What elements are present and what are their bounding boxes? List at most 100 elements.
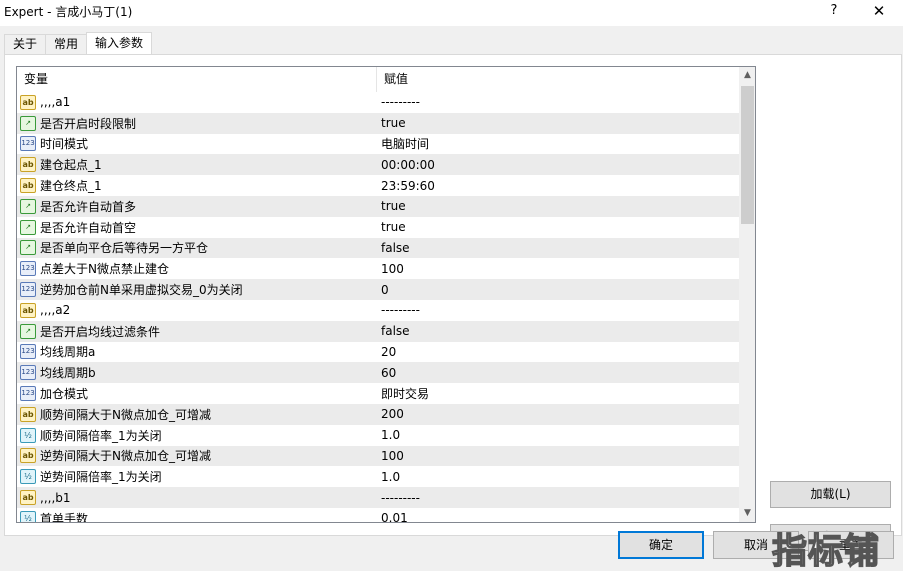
table-row[interactable]: ↗ 是否单向平仓后等待另一方平仓 false xyxy=(17,237,739,259)
table-row[interactable]: 123 均线周期a 20 xyxy=(17,342,739,363)
parameter-value[interactable]: --------- xyxy=(377,487,739,508)
parameter-name: 逆势加仓前N单采用虚拟交易_0为关闭 xyxy=(40,283,243,298)
table-row[interactable]: 123 加仓模式 即时交易 xyxy=(17,383,739,404)
parameter-value[interactable]: --------- xyxy=(377,92,739,113)
inputs-panel: 变量 赋值 ab ,,,,a1 --------- ↗ 是否开启时段限制 true 123 时… xyxy=(4,54,902,551)
int-icon: 123 xyxy=(20,344,36,360)
column-header-value[interactable]: 赋值 xyxy=(377,67,739,92)
table-row[interactable]: ab ,,,,a2 --------- xyxy=(17,300,739,321)
parameter-name-cell: 123 点差大于N微点禁止建仓 xyxy=(17,258,377,279)
parameter-value[interactable]: false xyxy=(377,321,739,342)
parameter-value[interactable]: 即时交易 xyxy=(377,383,739,404)
parameter-value[interactable]: 电脑时间 xyxy=(377,134,739,155)
table-row[interactable]: 123 均线周期b 60 xyxy=(17,362,739,384)
int-icon: 123 xyxy=(20,136,36,152)
table-row[interactable]: ↗ 是否开启时段限制 true xyxy=(17,112,739,134)
parameter-name: 逆势间隔大于N微点加仓_可增减 xyxy=(40,449,211,464)
parameter-name: 均线周期a xyxy=(40,345,96,360)
scroll-up-icon[interactable]: ▲ xyxy=(739,67,755,84)
int-icon: 123 xyxy=(20,261,36,277)
string-icon: ab xyxy=(20,178,36,194)
parameter-value[interactable]: 0 xyxy=(377,279,739,300)
table-row[interactable]: ½ 逆势间隔倍率_1为关闭 1.0 xyxy=(17,466,739,487)
parameter-value[interactable]: 200 xyxy=(377,404,739,425)
string-icon: ab xyxy=(20,302,36,318)
parameter-name: 建仓起点_1 xyxy=(40,158,102,173)
parameter-value[interactable]: 00:00:00 xyxy=(377,154,739,175)
parameter-name-cell: ab 建仓起点_1 xyxy=(17,154,377,175)
parameter-value[interactable]: 23:59:60 xyxy=(377,175,739,196)
column-header-variable[interactable]: 变量 xyxy=(17,67,377,92)
parameter-value[interactable]: true xyxy=(377,196,739,217)
bool-icon: ↗ xyxy=(20,240,36,256)
table-row[interactable]: ab 逆势间隔大于N微点加仓_可增减 100 xyxy=(17,445,739,467)
tab-about[interactable]: 关于 xyxy=(4,34,47,54)
parameter-name-cell: ab 建仓终点_1 xyxy=(17,175,377,196)
double-icon: ½ xyxy=(20,427,36,443)
parameter-name: 是否允许自动首多 xyxy=(40,199,137,214)
string-icon: ab xyxy=(20,448,36,464)
table-row[interactable]: ½ 首单手数 0.01 xyxy=(17,508,739,522)
vertical-scrollbar[interactable]: ▲ ▼ xyxy=(739,67,755,522)
bool-icon: ↗ xyxy=(20,219,36,235)
parameter-name-cell: ab 逆势间隔大于N微点加仓_可增减 xyxy=(17,446,377,467)
parameter-name-cell: 123 逆势加仓前N单采用虚拟交易_0为关闭 xyxy=(17,279,377,300)
parameter-name: 是否允许自动首空 xyxy=(40,220,137,235)
parameter-value[interactable]: false xyxy=(377,238,739,259)
close-button[interactable]: ✕ xyxy=(868,1,890,21)
parameter-name-cell: ½ 首单手数 xyxy=(17,508,377,522)
parameter-name-cell: ↗ 是否开启时段限制 xyxy=(17,113,377,134)
table-row[interactable]: ab 建仓终点_1 23:59:60 xyxy=(17,175,739,196)
scroll-thumb[interactable] xyxy=(741,86,754,224)
int-icon: 123 xyxy=(20,365,36,381)
table-row[interactable]: ↗ 是否允许自动首多 true xyxy=(17,195,739,217)
load-button[interactable]: 加载(L) xyxy=(770,481,891,508)
table-row[interactable]: ½ 顺势间隔倍率_1为关闭 1.0 xyxy=(17,425,739,446)
parameter-name: 点差大于N微点禁止建仓 xyxy=(40,262,169,277)
table-row[interactable]: ab ,,,,a1 --------- xyxy=(17,92,739,113)
parameter-name: ,,,,a2 xyxy=(40,303,71,318)
parameter-name-cell: 123 加仓模式 xyxy=(17,383,377,404)
parameter-name: 首单手数 xyxy=(40,511,89,522)
parameter-name-cell: 123 均线周期a xyxy=(17,342,377,363)
parameter-name: 是否开启时段限制 xyxy=(40,116,137,131)
table-row[interactable]: ab 顺势间隔大于N微点加仓_可增减 200 xyxy=(17,403,739,425)
table-row[interactable]: ↗ 是否允许自动首空 true xyxy=(17,217,739,238)
parameter-value[interactable]: 100 xyxy=(377,258,739,279)
tab-common[interactable]: 常用 xyxy=(45,34,88,54)
scroll-down-icon[interactable]: ▼ xyxy=(739,505,755,522)
table-row[interactable]: 123 时间模式 电脑时间 xyxy=(17,134,739,155)
ok-button[interactable]: 确定 xyxy=(618,531,704,559)
parameter-name-cell: ½ 逆势间隔倍率_1为关闭 xyxy=(17,466,377,487)
parameter-value[interactable]: 1.0 xyxy=(377,425,739,446)
table-row[interactable]: ab ,,,,b1 --------- xyxy=(17,487,739,508)
parameter-name: 时间模式 xyxy=(40,137,89,152)
parameter-value[interactable]: 60 xyxy=(377,362,739,383)
table-row[interactable]: 123 点差大于N微点禁止建仓 100 xyxy=(17,258,739,279)
string-icon: ab xyxy=(20,490,36,506)
dialog-body: 关于 常用 输入参数 变量 赋值 ab ,,,,a1 --------- ↗ 是否开启时… xyxy=(0,26,903,571)
parameter-value[interactable]: true xyxy=(377,217,739,238)
parameter-name: 顺势间隔倍率_1为关闭 xyxy=(40,428,162,443)
tab-inputs[interactable]: 输入参数 xyxy=(86,32,153,55)
watermark-logo: 指标铺 xyxy=(771,531,881,571)
help-button[interactable]: ? xyxy=(826,1,842,21)
parameter-value[interactable]: 1.0 xyxy=(377,466,739,487)
parameter-name: 均线周期b xyxy=(40,366,96,381)
parameter-name-cell: ↗ 是否允许自动首空 xyxy=(17,217,377,238)
title-bar: Expert - 言成小马丁(1) ? ✕ xyxy=(0,0,903,26)
parameter-name: 加仓模式 xyxy=(40,387,89,402)
parameter-name-cell: ↗ 是否开启均线过滤条件 xyxy=(17,321,377,342)
parameter-name-cell: 123 时间模式 xyxy=(17,134,377,155)
parameter-value[interactable]: 20 xyxy=(377,342,739,363)
table-row[interactable]: ↗ 是否开启均线过滤条件 false xyxy=(17,320,739,342)
parameter-name: 顺势间隔大于N微点加仓_可增减 xyxy=(40,407,211,422)
parameter-value[interactable]: 0.01 xyxy=(377,508,739,522)
int-icon: 123 xyxy=(20,386,36,402)
parameter-value[interactable]: --------- xyxy=(377,300,739,321)
table-row[interactable]: ab 建仓起点_1 00:00:00 xyxy=(17,154,739,176)
parameter-value[interactable]: true xyxy=(377,113,739,134)
parameter-value[interactable]: 100 xyxy=(377,446,739,467)
bool-icon: ↗ xyxy=(20,198,36,214)
table-row[interactable]: 123 逆势加仓前N单采用虚拟交易_0为关闭 0 xyxy=(17,279,739,300)
